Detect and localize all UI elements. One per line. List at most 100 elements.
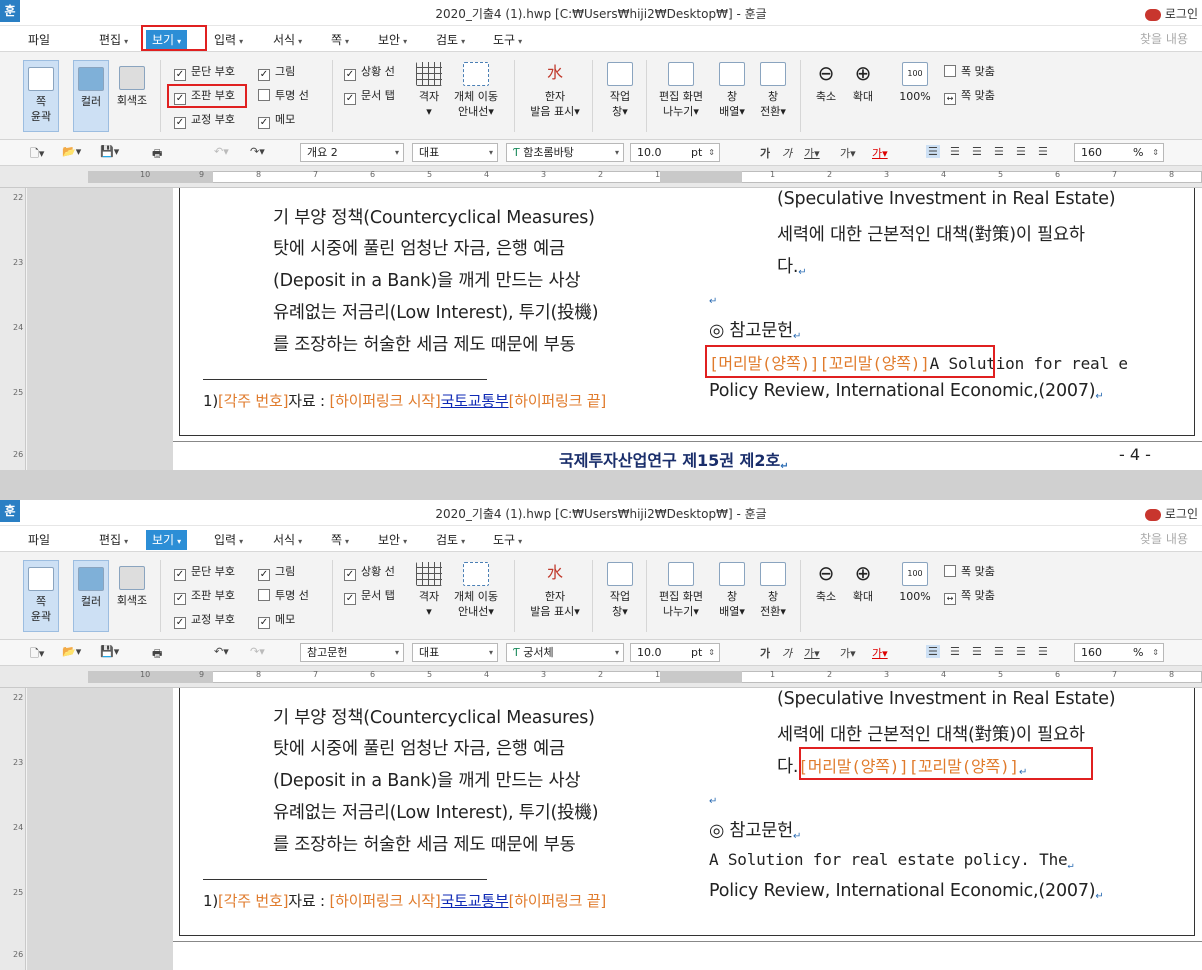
menu-view[interactable]: 보기 ▾ (146, 530, 188, 550)
document-canvas[interactable]: 기 부양 정책(Countercyclical Measures) 탓에 시중에… (27, 688, 1202, 970)
fit-page-button[interactable]: ↔ 쪽 맞춤 (944, 588, 995, 605)
check-memo[interactable]: ✓ 메모 (258, 612, 295, 629)
align-justify-icon[interactable]: ☰ (926, 645, 940, 658)
save-icon[interactable]: 💾▾ (100, 645, 119, 658)
menu-tools[interactable]: 도구 ▾ (487, 530, 528, 550)
menu-insert[interactable]: 입력 ▾ (208, 530, 249, 550)
check-document-tab[interactable]: ✓ 문서 탭 (344, 88, 395, 105)
task-pane-button[interactable]: 작업 창▾ (602, 562, 638, 619)
style-combo[interactable]: 참고문헌 ▾ (300, 643, 404, 662)
align-justify-icon[interactable]: ☰ (926, 145, 940, 158)
document-page[interactable]: 기 부양 정책(Countercyclical Measures) 탓에 시중에… (173, 688, 1202, 942)
grayscale-button[interactable]: 회색조 (114, 560, 150, 632)
object-move-guide-button[interactable]: 개체 이동 안내선▾ (450, 62, 502, 119)
arrange-windows-button[interactable]: 창 배열▾ (713, 562, 751, 619)
open-icon[interactable]: 📂▾ (62, 645, 81, 658)
check-proof-mark[interactable]: ✓ 교정 부호 (174, 112, 235, 129)
check-status-line[interactable]: ✓ 상황 선 (344, 564, 395, 581)
new-doc-icon[interactable]: 🗋▾ (30, 645, 44, 664)
object-move-guide-button[interactable]: 개체 이동 안내선▾ (450, 562, 502, 619)
bold-button[interactable]: 가 (760, 645, 770, 661)
language-combo[interactable]: 대표 ▾ (412, 643, 498, 662)
menu-file[interactable]: 파일 (22, 530, 56, 550)
menu-format[interactable]: 서식 ▾ (267, 30, 308, 50)
check-proof-mark[interactable]: ✓ 교정 부호 (174, 612, 235, 629)
align-right-icon[interactable]: ☰ (994, 645, 1004, 658)
undo-icon[interactable]: ↶▾ (214, 645, 229, 658)
menu-file[interactable]: 파일 (22, 30, 56, 50)
strike-button[interactable]: 가▾ (840, 645, 856, 661)
color-button[interactable]: 컬러 (73, 60, 109, 132)
split-screen-button[interactable]: 편집 화면 나누기▾ (654, 562, 708, 619)
zoom-100-button[interactable]: 100 100% (896, 562, 934, 604)
font-color-button[interactable]: 가▾ (872, 645, 888, 661)
align-center-icon[interactable]: ☰ (972, 145, 982, 158)
switch-window-button[interactable]: 창 전환▾ (754, 562, 792, 619)
document-page[interactable]: 기 부양 정책(Countercyclical Measures) 탓에 시중에… (173, 188, 1202, 442)
task-pane-button[interactable]: 작업 창▾ (602, 62, 638, 119)
menu-page[interactable]: 쪽 ▾ (325, 30, 355, 50)
outline-view-button[interactable]: 쪽 윤곽 (23, 560, 59, 632)
align-distribute-icon[interactable]: ☰ (1016, 645, 1026, 658)
menu-tools[interactable]: 도구 ▾ (487, 30, 528, 50)
zoom-100-button[interactable]: 100 100% (896, 62, 934, 104)
zoom-combo[interactable]: 160% ⇕ (1074, 643, 1164, 662)
arrange-windows-button[interactable]: 창 배열▾ (713, 62, 751, 119)
font-combo[interactable]: Ƭ 함초롬바탕 ▾ (506, 143, 624, 162)
zoom-combo[interactable]: 160% ⇕ (1074, 143, 1164, 162)
check-document-tab[interactable]: ✓ 문서 탭 (344, 588, 395, 605)
menu-review[interactable]: 검토 ▾ (430, 530, 471, 550)
font-size-combo[interactable]: 10.0 pt ⇕ (630, 643, 720, 662)
check-paragraph-mark[interactable]: ✓ 문단 부호 (174, 64, 235, 81)
zoom-in-button[interactable]: ⊕ 확대 (845, 62, 881, 104)
find-box[interactable]: 찾을 내용 (1140, 30, 1188, 47)
check-control-code[interactable]: ✓ 조판 부호 (174, 588, 235, 605)
align-left-icon[interactable]: ☰ (950, 145, 960, 158)
open-icon[interactable]: 📂▾ (62, 145, 81, 158)
check-picture[interactable]: ✓ 그림 (258, 64, 295, 81)
align-center-icon[interactable]: ☰ (972, 645, 982, 658)
color-button[interactable]: 컬러 (73, 560, 109, 632)
redo-icon[interactable]: ↷▾ (250, 145, 265, 158)
menu-security[interactable]: 보안 ▾ (372, 530, 413, 550)
horizontal-ruler[interactable]: 10 9 8 7 6 5 4 3 2 1 1 2 3 4 5 6 7 8 (0, 666, 1202, 688)
check-transparent-line[interactable]: 투명 선 (258, 88, 309, 104)
font-color-button[interactable]: 가▾ (872, 145, 888, 161)
check-memo[interactable]: ✓ 메모 (258, 112, 295, 129)
grid-button[interactable]: 격자 ▾ (412, 562, 446, 619)
grid-button[interactable]: 격자 ▾ (412, 62, 446, 119)
hanja-pronunciation-button[interactable]: 水 한자 발음 표시▾ (526, 62, 584, 119)
strike-button[interactable]: 가▾ (840, 145, 856, 161)
document-canvas[interactable]: 기 부양 정책(Countercyclical Measures) 탓에 시중에… (27, 188, 1202, 470)
hanja-pronunciation-button[interactable]: 水 한자 발음 표시▾ (526, 562, 584, 619)
zoom-out-button[interactable]: ⊖ 축소 (808, 562, 844, 604)
bold-button[interactable]: 가 (760, 145, 770, 161)
split-screen-button[interactable]: 편집 화면 나누기▾ (654, 62, 708, 119)
menu-page[interactable]: 쪽 ▾ (325, 530, 355, 550)
menu-insert[interactable]: 입력 ▾ (208, 30, 249, 50)
align-divide-icon[interactable]: ☰ (1038, 645, 1048, 658)
outline-view-button[interactable]: 쪽 윤곽 (23, 60, 59, 132)
fit-width-button[interactable]: 폭 맞춤 (944, 564, 995, 580)
zoom-out-button[interactable]: ⊖ 축소 (808, 62, 844, 104)
footnote-hyperlink[interactable]: 국토교통부 (441, 392, 509, 410)
fit-page-button[interactable]: ↔ 쪽 맞춤 (944, 88, 995, 105)
footnote-hyperlink[interactable]: 국토교통부 (441, 892, 509, 910)
check-picture[interactable]: ✓ 그림 (258, 564, 295, 581)
menu-review[interactable]: 검토 ▾ (430, 30, 471, 50)
switch-window-button[interactable]: 창 전환▾ (754, 62, 792, 119)
underline-button[interactable]: 가▾ (804, 145, 820, 161)
align-right-icon[interactable]: ☰ (994, 145, 1004, 158)
check-paragraph-mark[interactable]: ✓ 문단 부호 (174, 564, 235, 581)
align-distribute-icon[interactable]: ☰ (1016, 145, 1026, 158)
fit-width-button[interactable]: 폭 맞춤 (944, 64, 995, 80)
vertical-ruler[interactable]: 22 23 24 25 26 (0, 188, 26, 470)
find-box[interactable]: 찾을 내용 (1140, 530, 1188, 547)
check-transparent-line[interactable]: 투명 선 (258, 588, 309, 604)
font-size-combo[interactable]: 10.0 pt ⇕ (630, 143, 720, 162)
print-icon[interactable]: 🖶 (152, 645, 162, 664)
underline-button[interactable]: 가▾ (804, 645, 820, 661)
undo-icon[interactable]: ↶▾ (214, 145, 229, 158)
italic-button[interactable]: 가 (782, 645, 792, 661)
new-doc-icon[interactable]: 🗋▾ (30, 145, 44, 164)
